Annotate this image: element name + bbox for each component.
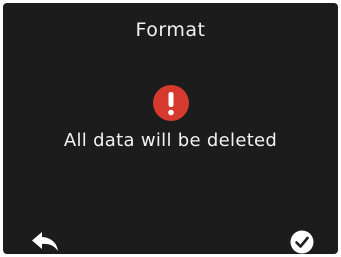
- back-button[interactable]: [31, 231, 61, 253]
- warning-message: All data will be deleted: [63, 130, 278, 151]
- confirm-button[interactable]: [290, 230, 314, 254]
- dialog-title: Format: [135, 19, 206, 41]
- format-dialog-screen: Format All data will be deleted: [3, 3, 338, 254]
- checkmark-circle-icon: [290, 230, 314, 254]
- exclamation-icon: [153, 85, 189, 121]
- back-arrow-icon: [32, 232, 58, 251]
